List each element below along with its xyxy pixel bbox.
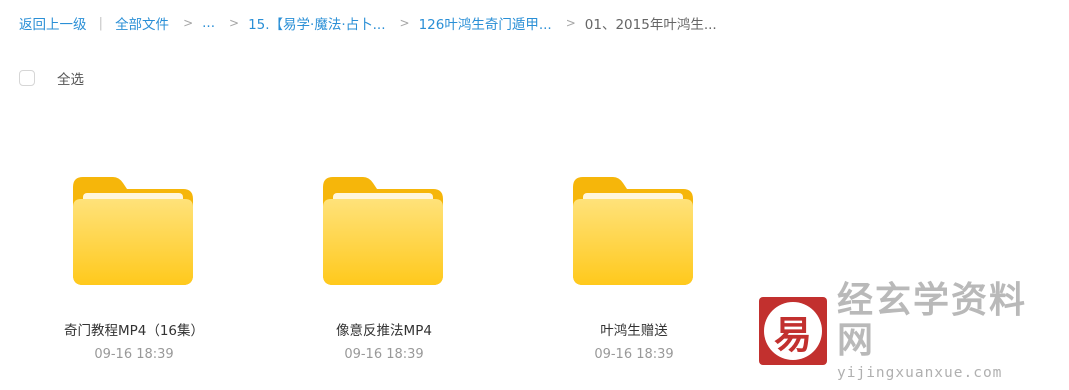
breadcrumb-item-folder-126[interactable]: 126叶鸿生奇门遁甲... [419, 13, 552, 33]
folder-icon[interactable] [71, 163, 197, 289]
breadcrumb: 返回上一级 | 全部文件 > ... > 15.【易学·魔法·占卜... > 1… [19, 13, 717, 33]
folder-item[interactable]: 像意反推法MP4 09-16 18:39 [264, 163, 504, 362]
folder-icon[interactable] [571, 163, 697, 289]
select-all-checkbox[interactable] [19, 70, 35, 86]
chevron-right-icon: > [399, 16, 410, 30]
folder-icon[interactable] [321, 163, 447, 289]
breadcrumb-current: 01、2015年叶鸿生... [584, 17, 717, 33]
watermark: 易 经玄学资料网 yijingxuanxue.com [759, 281, 1059, 381]
chevron-right-icon: > [229, 16, 240, 30]
breadcrumb-item-ellipsis[interactable]: ... [202, 15, 215, 31]
folder-date: 09-16 18:39 [94, 347, 174, 362]
select-all[interactable]: 全选 [19, 68, 84, 88]
folder-name[interactable]: 奇门教程MP4（16集） [64, 319, 204, 339]
breadcrumb-item-all-files[interactable]: 全部文件 [115, 13, 169, 33]
folder-date: 09-16 18:39 [594, 347, 674, 362]
watermark-title: 经玄学资料网 [837, 280, 1028, 361]
watermark-logo-char: 易 [764, 302, 822, 360]
watermark-url: yijingxuanxue.com [837, 365, 1003, 381]
folder-name[interactable]: 像意反推法MP4 [336, 319, 432, 339]
folder-name[interactable]: 叶鸿生赠送 [600, 319, 668, 339]
folder-item[interactable]: 叶鸿生赠送 09-16 18:39 [514, 163, 754, 362]
breadcrumb-item-folder-15[interactable]: 15.【易学·魔法·占卜... [248, 13, 385, 33]
select-all-label: 全选 [57, 72, 84, 88]
chevron-right-icon: > [565, 16, 576, 30]
watermark-text: 经玄学资料网 yijingxuanxue.com [837, 280, 1059, 382]
chevron-right-icon: > [183, 16, 194, 30]
folder-date: 09-16 18:39 [344, 347, 424, 362]
watermark-logo: 易 [759, 297, 827, 365]
folder-item[interactable]: 奇门教程MP4（16集） 09-16 18:39 [14, 163, 254, 362]
breadcrumb-divider: | [98, 15, 104, 31]
back-link[interactable]: 返回上一级 [19, 13, 87, 33]
